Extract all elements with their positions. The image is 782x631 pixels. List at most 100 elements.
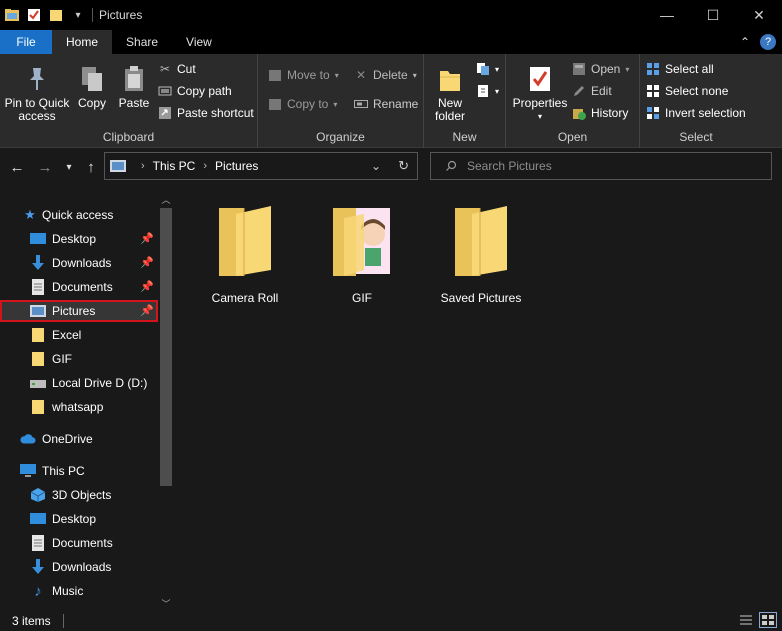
copy-path-button[interactable]: Copy path: [158, 84, 232, 98]
pin-quick-access-label: Pin to Quick access: [4, 96, 70, 123]
pin-icon[interactable]: 📌: [140, 256, 154, 269]
breadcrumb-this-pc[interactable]: This PC: [153, 159, 196, 173]
nav-item-excel[interactable]: Excel: [0, 324, 158, 346]
scroll-down-icon[interactable]: ﹀: [158, 596, 174, 610]
window-controls: — ☐ ✕: [644, 0, 782, 30]
move-to-button[interactable]: Move to ▾: [268, 68, 339, 82]
recent-locations-chevron-icon[interactable]: ▾: [60, 158, 78, 176]
properties-button[interactable]: Properties ▾: [510, 64, 570, 123]
copy-to-dropdown-icon: ▾: [333, 99, 338, 109]
breadcrumb-pictures[interactable]: Pictures: [215, 159, 258, 173]
select-group-label: Select: [679, 130, 713, 144]
document-icon: [30, 535, 46, 551]
paste-shortcut-button[interactable]: Paste shortcut: [158, 106, 254, 120]
refresh-icon[interactable]: ↻: [398, 158, 409, 174]
rename-label: Rename: [373, 97, 419, 111]
details-view-icon[interactable]: [738, 613, 754, 627]
collapse-ribbon-icon[interactable]: ⌃: [740, 35, 750, 49]
easy-access-icon: [476, 84, 490, 98]
properties-quick-icon[interactable]: [26, 7, 42, 23]
pin-icon[interactable]: 📌: [140, 280, 154, 293]
easy-access-dropdown-icon: ▾: [495, 86, 500, 96]
clipboard-group-label: Clipboard: [102, 130, 155, 144]
new-folder-button[interactable]: New folder: [428, 64, 472, 123]
search-box[interactable]: Search Pictures: [430, 152, 772, 180]
new-item-button[interactable]: ▾: [476, 62, 499, 76]
computer-icon: [20, 463, 36, 479]
paste-button[interactable]: Paste: [114, 64, 154, 110]
item-count: 3 items: [12, 613, 51, 628]
download-icon: [30, 559, 46, 575]
minimize-button[interactable]: —: [644, 0, 690, 30]
clipboard-paste-icon: [119, 64, 149, 94]
search-placeholder: Search Pictures: [467, 159, 552, 173]
nav-item-whatsapp[interactable]: whatsapp: [0, 396, 158, 418]
address-dropdown-icon[interactable]: ⌄: [371, 159, 381, 173]
nav-item-this-pc[interactable]: This PC: [0, 460, 158, 482]
copy-to-button[interactable]: Copy to ▾: [268, 97, 337, 111]
new-folder-icon: [435, 64, 465, 94]
move-to-dropdown-icon: ▾: [334, 70, 339, 80]
tab-home[interactable]: Home: [52, 30, 113, 54]
tab-share[interactable]: Share: [112, 30, 172, 54]
pin-quick-access-button[interactable]: Pin to Quick access: [4, 64, 70, 123]
nav-item-pictures[interactable]: Pictures 📌: [0, 300, 158, 322]
select-all-button[interactable]: Select all: [646, 62, 714, 76]
tab-file[interactable]: File: [0, 30, 52, 54]
copy-button[interactable]: Copy: [72, 64, 112, 110]
edit-button[interactable]: Edit: [572, 84, 612, 98]
address-bar[interactable]: › This PC › Pictures ⌄ ↻: [104, 152, 418, 180]
nav-item-music[interactable]: ♪ Music: [0, 580, 158, 602]
scroll-up-icon[interactable]: ︿: [158, 192, 174, 206]
folder-tile-camera-roll[interactable]: Camera Roll: [195, 204, 295, 305]
folder-tile-gif[interactable]: GIF: [312, 204, 412, 305]
nav-item-label: Documents: [52, 536, 113, 550]
invert-selection-icon: [646, 106, 660, 120]
tab-view[interactable]: View: [172, 30, 226, 54]
history-button[interactable]: History: [572, 106, 628, 120]
status-divider: [62, 613, 64, 628]
forward-arrow-icon[interactable]: →: [36, 158, 54, 176]
nav-item-desktop[interactable]: Desktop 📌: [0, 228, 158, 250]
delete-button[interactable]: ✕ Delete ▾: [354, 68, 417, 82]
pin-icon: [22, 64, 52, 94]
customize-qat-icon[interactable]: ▾: [70, 7, 86, 23]
nav-item-desktop-pc[interactable]: Desktop: [0, 508, 158, 530]
desktop-icon: [30, 511, 46, 527]
up-arrow-icon[interactable]: ↑: [82, 158, 100, 176]
select-none-button[interactable]: Select none: [646, 84, 728, 98]
nav-item-documents-pc[interactable]: Documents: [0, 532, 158, 554]
back-arrow-icon[interactable]: ←: [8, 158, 26, 176]
nav-item-local-drive-d[interactable]: Local Drive D (D:): [0, 372, 158, 394]
nav-item-quick-access[interactable]: ★ Quick access: [0, 204, 158, 226]
delete-x-icon: ✕: [355, 68, 367, 82]
open-button[interactable]: Open ▾: [572, 62, 629, 76]
download-icon: [30, 255, 46, 271]
nav-item-downloads[interactable]: Downloads 📌: [0, 252, 158, 274]
large-icons-view-icon[interactable]: [759, 612, 777, 628]
new-folder-quick-icon[interactable]: [48, 7, 64, 23]
clipboard-group: Pin to Quick access Copy Paste ✂ Cut Cop…: [0, 54, 258, 148]
pin-icon[interactable]: 📌: [140, 232, 154, 245]
open-group-label: Open: [557, 130, 588, 144]
easy-access-button[interactable]: ▾: [476, 84, 499, 98]
help-icon[interactable]: ?: [760, 34, 776, 50]
nav-item-downloads-pc[interactable]: Downloads: [0, 556, 158, 578]
select-none-label: Select none: [665, 84, 729, 98]
nav-item-documents[interactable]: Documents 📌: [0, 276, 158, 298]
nav-item-onedrive[interactable]: OneDrive: [0, 428, 158, 450]
nav-item-label: This PC: [42, 464, 85, 478]
pin-icon[interactable]: 📌: [140, 304, 154, 317]
nav-item-3d-objects[interactable]: 3D Objects: [0, 484, 158, 506]
delete-label: Delete: [373, 68, 408, 82]
rename-button[interactable]: Rename: [354, 97, 418, 111]
nav-item-gif[interactable]: GIF: [0, 348, 158, 370]
folder-tile-saved-pictures[interactable]: Saved Pictures: [431, 204, 531, 305]
invert-selection-button[interactable]: Invert selection: [646, 106, 746, 120]
nav-pane-scrollbar[interactable]: ︿ ﹀: [158, 192, 174, 610]
cut-button[interactable]: ✂ Cut: [158, 62, 196, 76]
scrollbar-thumb[interactable]: [160, 208, 172, 486]
maximize-button[interactable]: ☐: [690, 0, 736, 30]
app-icon[interactable]: [4, 7, 20, 23]
close-button[interactable]: ✕: [736, 0, 782, 30]
